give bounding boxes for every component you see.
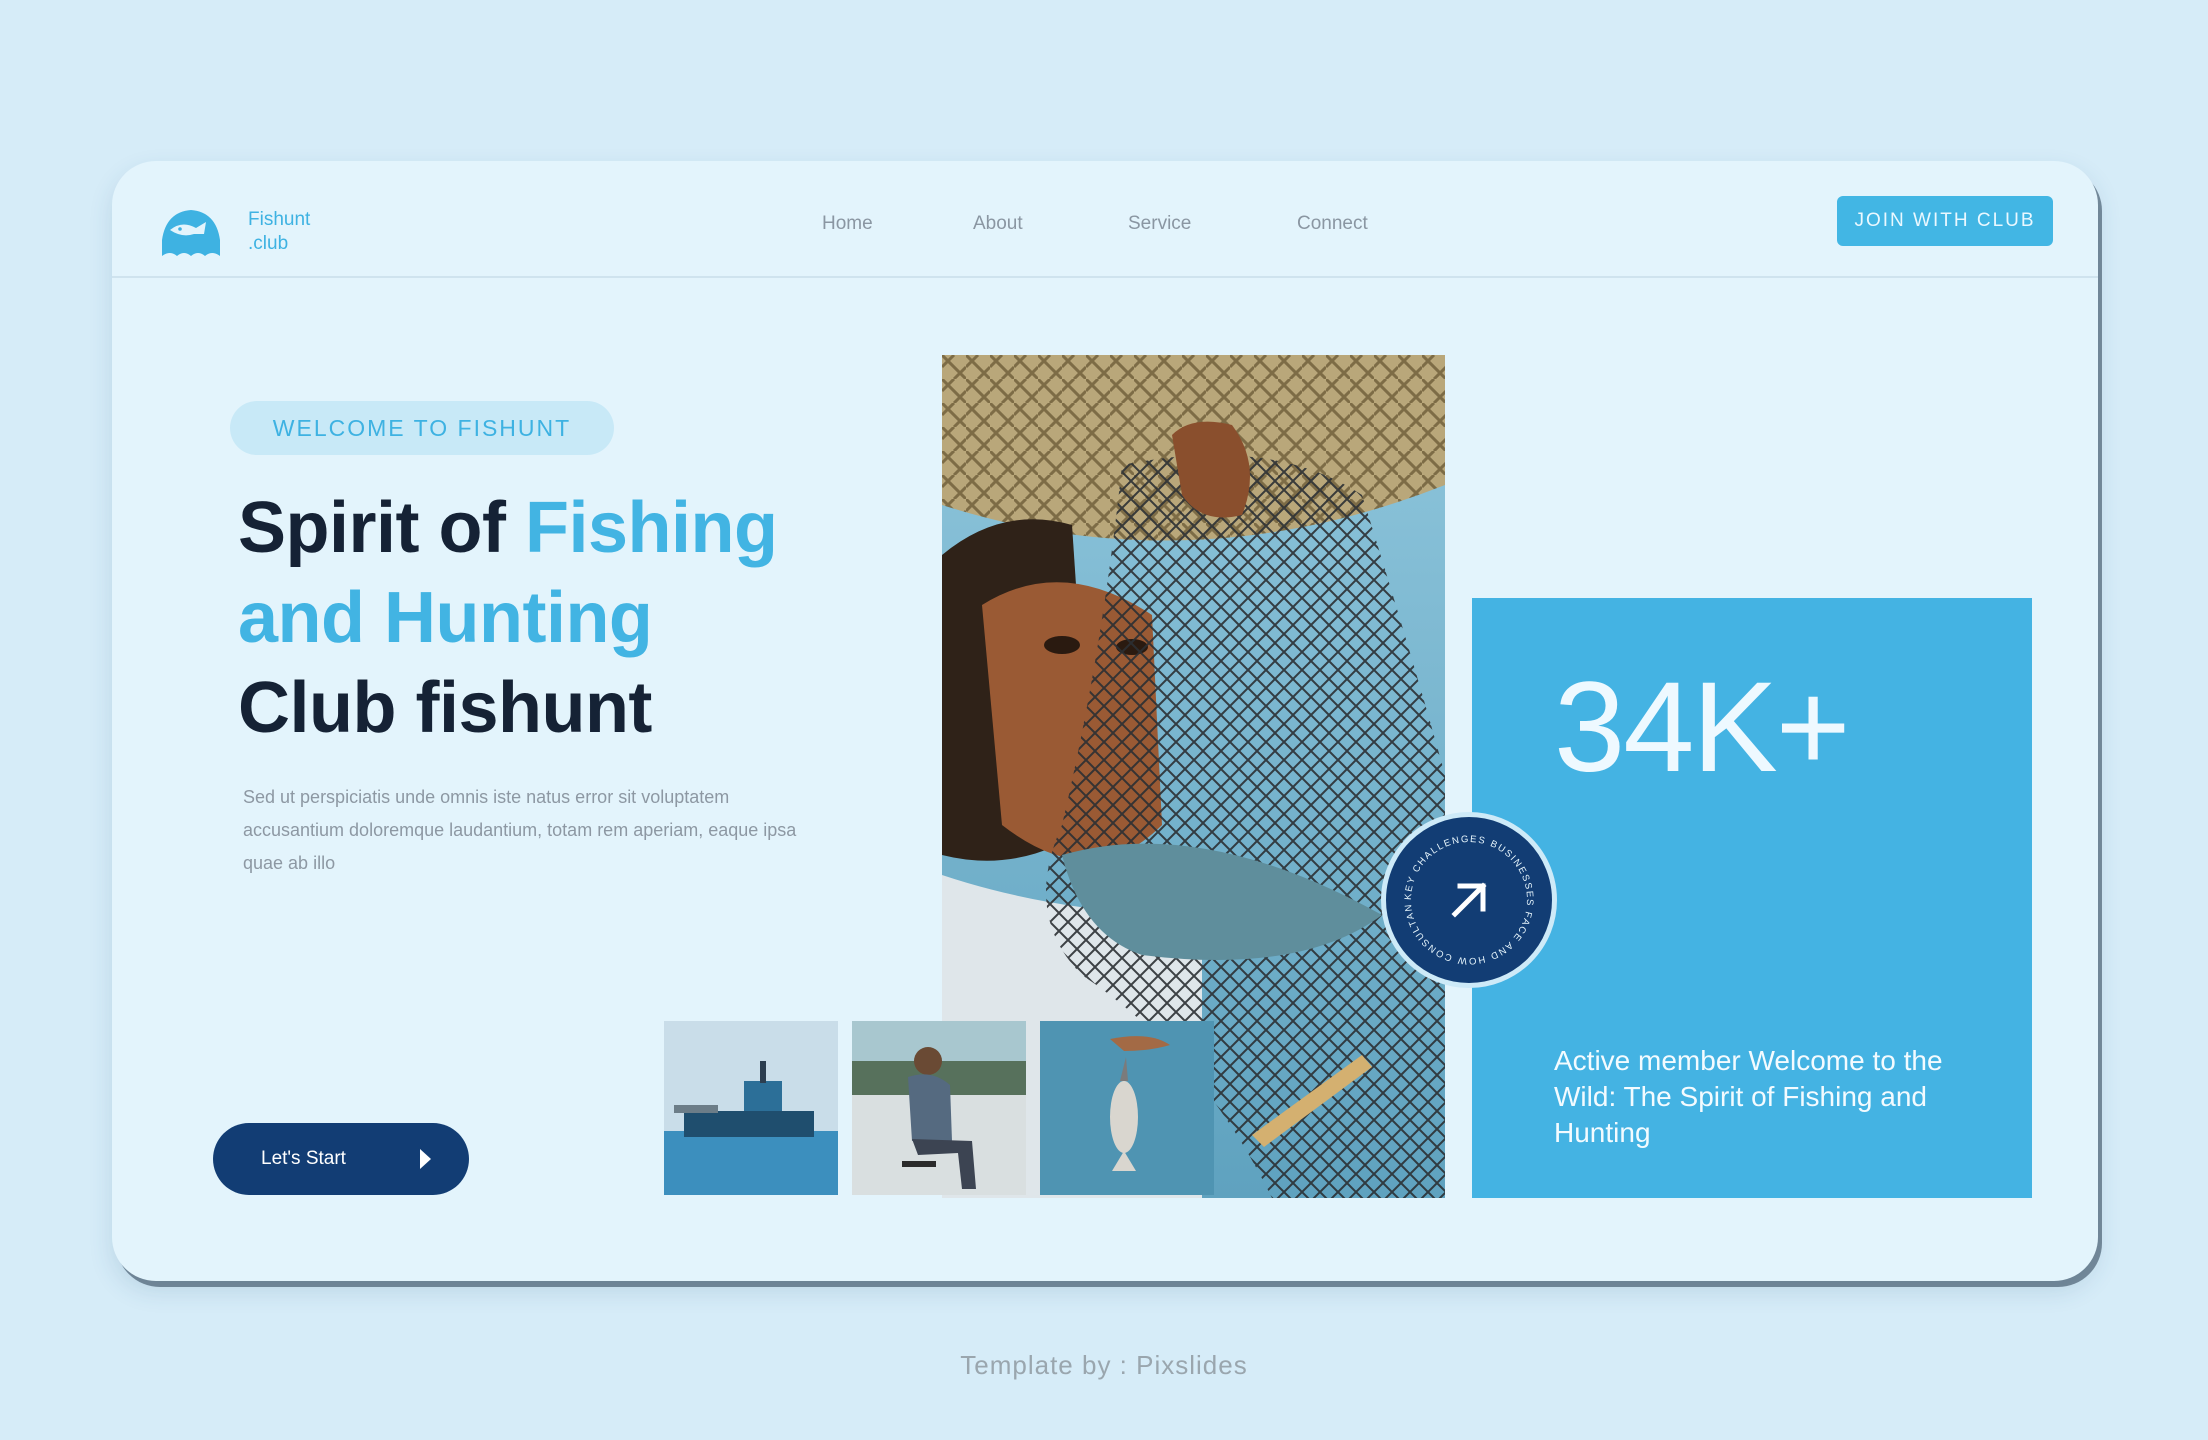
play-arrow-icon: [420, 1149, 431, 1169]
arrow-up-right-icon: [1451, 882, 1487, 918]
brand-name-line1: Fishunt: [248, 209, 311, 230]
hero-description: Sed ut perspiciatis unde omnis iste natu…: [243, 787, 797, 873]
nav-connect[interactable]: Connect: [1297, 213, 1368, 235]
badge-ring-text: KEY CHALLENGES BUSINESSES FACE AND HOW C…: [1382, 809, 1533, 966]
site-header: Fishunt .club Home About Service Connect…: [112, 161, 2098, 278]
circular-text-ring: KEY CHALLENGES BUSINESSES FACE AND HOW C…: [1382, 809, 1535, 966]
brand-name[interactable]: Fishunt .club: [248, 208, 310, 256]
member-count: 34K+: [1554, 656, 1850, 799]
lets-start-button[interactable]: Let's Start: [213, 1123, 469, 1195]
hero-title-part3: Club fishunt: [238, 668, 652, 748]
template-credit: Template by : Pixslides: [960, 1350, 1248, 1380]
nav-service[interactable]: Service: [1128, 213, 1191, 235]
fisherman-sitting-thumbnail[interactable]: [852, 1021, 1026, 1195]
brand-name-line2: .club: [248, 233, 289, 254]
nav-about[interactable]: About: [973, 213, 1023, 235]
join-club-button[interactable]: JOIN WITH CLUB: [1837, 196, 2053, 246]
svg-text:KEY CHALLENGES BUSINESSES FACE: KEY CHALLENGES BUSINESSES FACE AND HOW C…: [1386, 817, 1535, 966]
fish-logo-icon[interactable]: [158, 206, 224, 256]
hero-title-part1: Spirit of: [238, 488, 525, 568]
lets-start-label: Let's Start: [261, 1148, 346, 1169]
member-caption: Active member Welcome to the Wild: The S…: [1554, 1045, 1943, 1148]
hero-title-accent1: Fishing: [524, 488, 778, 568]
fish-catch-thumbnail[interactable]: [1040, 1021, 1214, 1195]
nav-home[interactable]: Home: [822, 213, 873, 235]
hero-title-accent2: and Hunting: [238, 578, 653, 658]
boat-thumbnail[interactable]: [664, 1021, 838, 1195]
arrow-link-badge[interactable]: KEY CHALLENGES BUSINESSES FACE AND HOW C…: [1381, 809, 1557, 988]
welcome-badge: WELCOME TO FISHUNT: [230, 401, 614, 455]
landing-card: Fishunt .club Home About Service Connect…: [112, 161, 2098, 1281]
hero-title: Spirit of Fishing and Hunting Club fishu…: [238, 483, 778, 753]
